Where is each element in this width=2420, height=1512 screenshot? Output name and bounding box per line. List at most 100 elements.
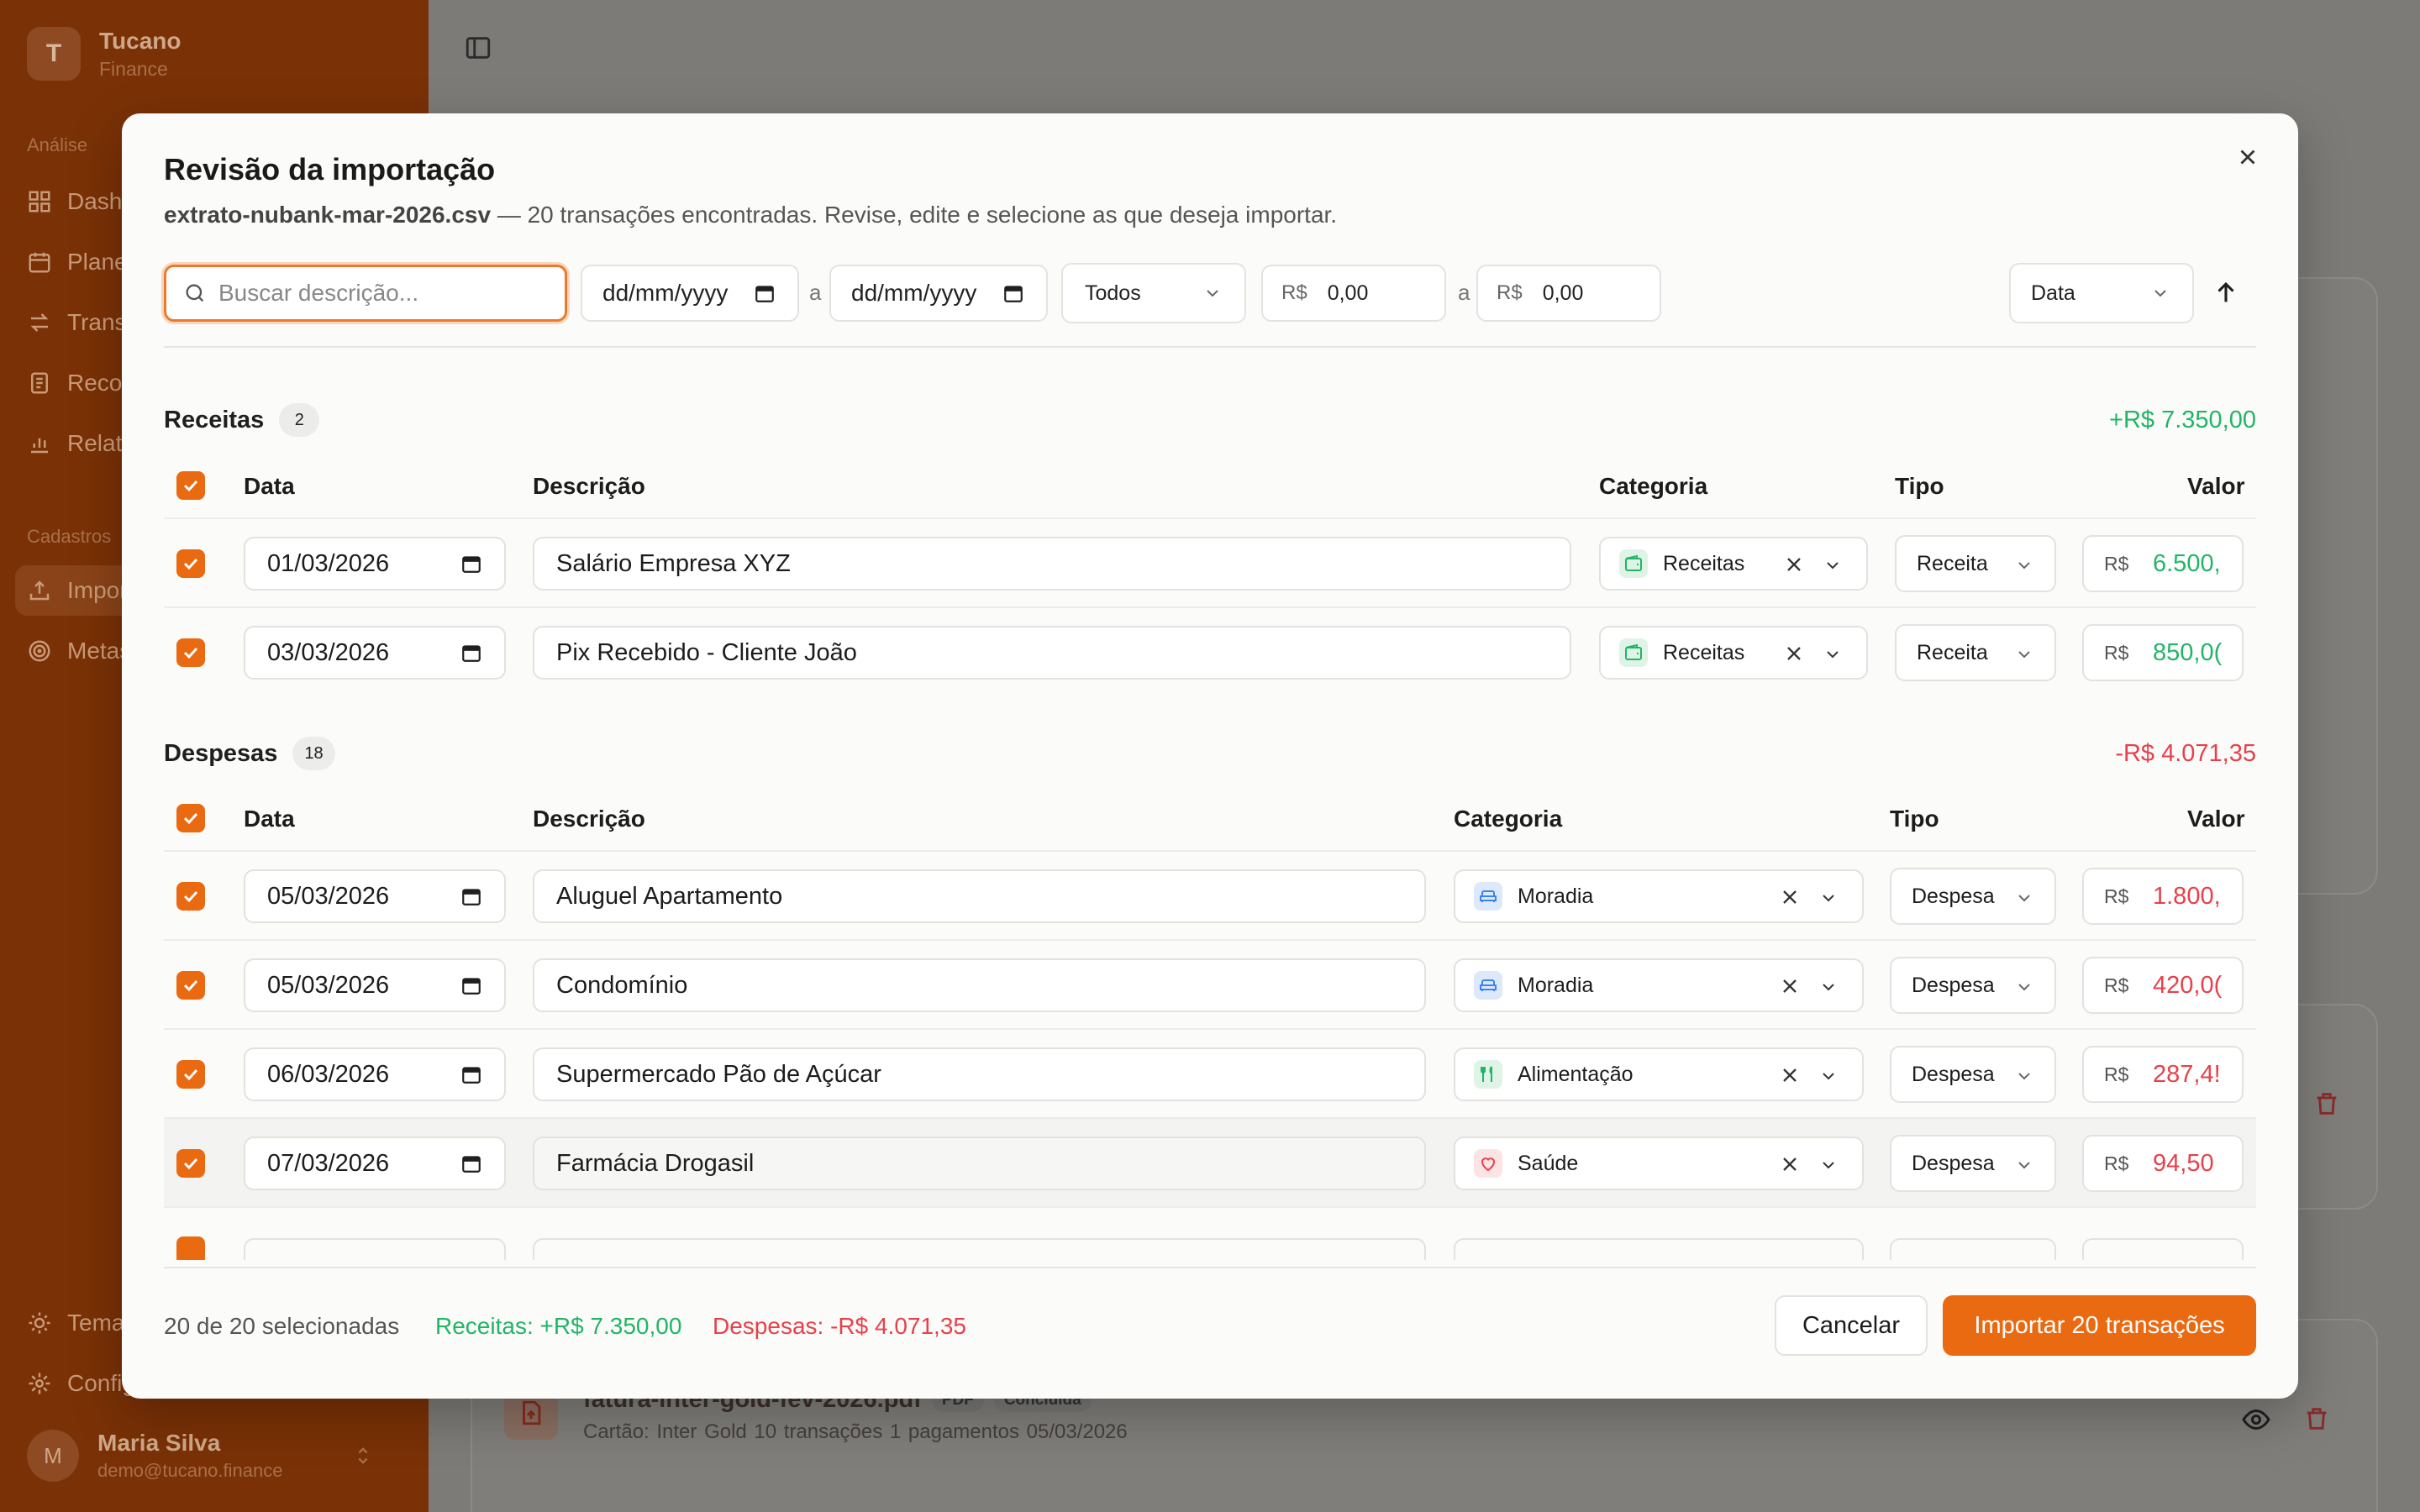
- currency-prefix: R$: [1497, 281, 1523, 304]
- min-value: 0,00: [1327, 281, 1369, 305]
- search-input[interactable]: Buscar descrição...: [164, 265, 567, 322]
- row-value: 6.500,: [2153, 549, 2221, 577]
- row-description-input[interactable]: Condomínio: [533, 958, 1426, 1012]
- receitas-count-badge: 2: [279, 403, 320, 437]
- row-value-input[interactable]: R$ 6.500,: [2082, 535, 2244, 592]
- sidebar-section-analise: Análise: [27, 134, 88, 155]
- clear-icon[interactable]: [1778, 885, 1802, 909]
- select-all-receitas-checkbox[interactable]: [176, 471, 205, 500]
- receitas-title: Receitas: [164, 406, 265, 433]
- min-value-input[interactable]: R$ 0,00: [1261, 265, 1446, 322]
- avatar: M: [27, 1430, 79, 1482]
- row-category-select[interactable]: Receitas: [1599, 626, 1868, 680]
- row-checkbox[interactable]: [176, 549, 205, 578]
- row-date: 07/03/2026: [267, 1149, 390, 1177]
- brand[interactable]: T Tucano Finance: [27, 27, 181, 81]
- column-header-type: Tipo: [1895, 473, 1944, 499]
- row-date-input[interactable]: 06/03/2026: [244, 1047, 506, 1101]
- eye-icon[interactable]: [2241, 1404, 2271, 1435]
- sidebar-item-label: Tema: [67, 1310, 125, 1336]
- clear-icon[interactable]: [1778, 1063, 1802, 1087]
- row-value-input[interactable]: R$ 94,50: [2082, 1135, 2244, 1192]
- sidebar-section-cadastros: Cadastros: [27, 526, 112, 547]
- row-category: Moradia: [1518, 973, 1594, 997]
- row-date-input[interactable]: 05/03/2026: [244, 958, 506, 1012]
- row-date-input[interactable]: 01/03/2026: [244, 537, 506, 591]
- user-name: Maria Silva: [97, 1430, 221, 1456]
- row-type-select[interactable]: Despesa: [1890, 868, 2056, 925]
- row-date-input[interactable]: 07/03/2026: [244, 1137, 506, 1190]
- row-value-input[interactable]: R$ 420,0(: [2082, 957, 2244, 1014]
- trash-icon[interactable]: [2312, 1089, 2341, 1118]
- grid-icon: [29, 191, 50, 213]
- bar-chart-icon: [31, 438, 48, 454]
- currency-prefix: R$: [2104, 552, 2129, 575]
- row-type-select[interactable]: Receita: [1895, 624, 2056, 681]
- chevron-down-icon: [2018, 1073, 2030, 1080]
- row-description-input[interactable]: Salário Empresa XYZ: [533, 537, 1571, 591]
- import-button[interactable]: Importar 20 transações: [1943, 1295, 2256, 1356]
- sort-ascending-icon[interactable]: [2212, 278, 2240, 307]
- column-header-value: Valor: [2187, 473, 2245, 499]
- chevron-down-icon: [2018, 1162, 2030, 1169]
- close-button[interactable]: [2231, 140, 2265, 174]
- row-checkbox[interactable]: [176, 1060, 205, 1089]
- row-description-input[interactable]: Pix Recebido - Cliente João: [533, 626, 1571, 680]
- target-icon: [29, 640, 50, 662]
- row-type-select[interactable]: Receita: [1895, 535, 2056, 592]
- row-value-input[interactable]: R$ 1.800,: [2082, 868, 2244, 925]
- row-value-input[interactable]: R$ 850,0(: [2082, 624, 2244, 681]
- row-date-input[interactable]: 05/03/2026: [244, 869, 506, 923]
- currency-prefix: R$: [2104, 1152, 2129, 1174]
- currency-prefix: R$: [2104, 641, 2129, 664]
- column-header-description: Descrição: [533, 806, 645, 832]
- date-to-input[interactable]: dd/mm/yyyy: [829, 265, 1048, 322]
- row-description-input[interactable]: Aluguel Apartamento: [533, 869, 1426, 923]
- row-category-select[interactable]: Alimentação: [1454, 1047, 1864, 1101]
- sort-by-select[interactable]: Data: [2009, 263, 2194, 323]
- type-filter-select[interactable]: Todos: [1061, 263, 1246, 323]
- clear-icon[interactable]: [1778, 1152, 1802, 1176]
- row-checkbox[interactable]: [176, 1149, 205, 1178]
- calendar-icon: [462, 889, 481, 906]
- chevron-down-icon: [1823, 895, 1834, 902]
- clear-icon[interactable]: [1782, 553, 1806, 576]
- clear-icon[interactable]: [1778, 974, 1802, 998]
- max-value-input[interactable]: R$ 0,00: [1476, 265, 1661, 322]
- row-description-input[interactable]: Farmácia Drogasil: [533, 1137, 1426, 1190]
- row-type-select[interactable]: Despesa: [1890, 957, 2056, 1014]
- import-review-modal: Revisão da importação extrato-nubank-mar…: [122, 113, 2298, 1399]
- row-checkbox[interactable]: [176, 638, 205, 667]
- user-menu[interactable]: M Maria Silva demo@tucano.finance: [27, 1430, 375, 1482]
- select-all-despesas-checkbox[interactable]: [176, 804, 205, 832]
- row-divider: [164, 517, 2256, 519]
- row-checkbox[interactable]: [176, 882, 205, 911]
- row-type-select[interactable]: Despesa: [1890, 1135, 2056, 1192]
- wallet-icon: [1619, 549, 1648, 578]
- date-from-input[interactable]: dd/mm/yyyy: [581, 265, 799, 322]
- row-value-input[interactable]: R$ 287,4!: [2082, 1046, 2244, 1103]
- row-date-input[interactable]: 03/03/2026: [244, 626, 506, 680]
- chevron-down-icon: [1823, 984, 1834, 991]
- close-icon: [2240, 150, 2255, 165]
- row-description-input[interactable]: Supermercado Pão de Açúcar: [533, 1047, 1426, 1101]
- row-checkbox[interactable]: [176, 971, 205, 1000]
- calendar-icon: [462, 1156, 481, 1173]
- calendar-icon: [462, 978, 481, 995]
- cancel-button[interactable]: Cancelar: [1775, 1295, 1928, 1356]
- chevron-down-icon: [1823, 1162, 1834, 1169]
- row-type: Despesa: [1912, 973, 1995, 997]
- receitas-total: +R$ 7.350,00: [2109, 407, 2256, 433]
- row-category-select[interactable]: Saúde: [1454, 1137, 1864, 1190]
- clear-icon[interactable]: [1782, 642, 1806, 665]
- row-type-select[interactable]: Despesa: [1890, 1046, 2056, 1103]
- sidebar-toggle-icon[interactable]: [464, 34, 492, 62]
- row-category-select[interactable]: Moradia: [1454, 869, 1864, 923]
- column-header-category: Categoria: [1454, 806, 1563, 832]
- gear-icon: [29, 1373, 50, 1394]
- row-category-select[interactable]: Receitas: [1599, 537, 1868, 591]
- row-category-select[interactable]: Moradia: [1454, 958, 1864, 1012]
- trash-icon[interactable]: [2302, 1404, 2331, 1433]
- footer-divider: [164, 1267, 2256, 1268]
- check-icon: [183, 647, 198, 659]
